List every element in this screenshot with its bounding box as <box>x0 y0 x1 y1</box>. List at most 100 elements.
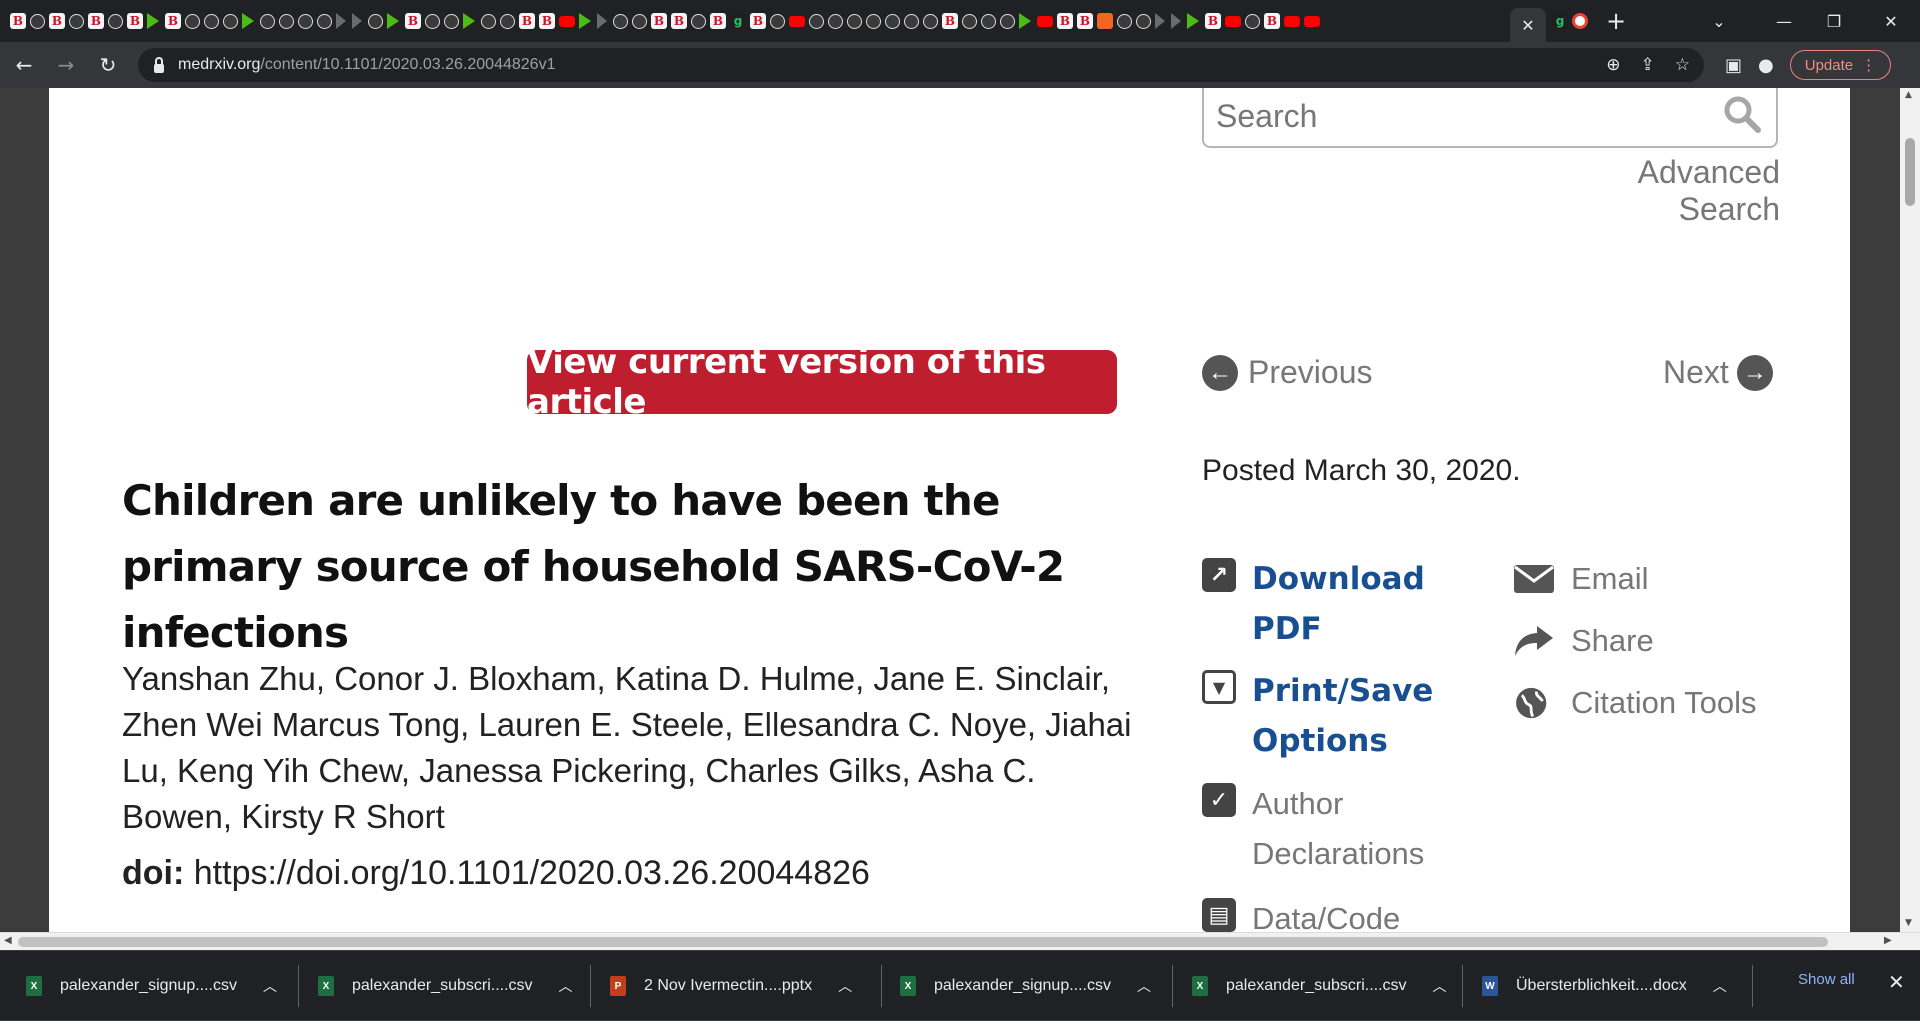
tab-favicon-circle-logo-icon[interactable] <box>632 13 647 29</box>
reload-icon[interactable]: ↻ <box>90 47 126 83</box>
search-icon[interactable] <box>1722 94 1762 134</box>
tab-favicon-gray-play-icon[interactable] <box>336 13 346 29</box>
tab-favicon-b-logo-icon[interactable]: B <box>942 13 958 29</box>
tab-favicon-circle-logo-icon[interactable] <box>260 13 275 29</box>
new-tab-button[interactable]: + <box>1606 9 1626 33</box>
next-link[interactable]: Next → <box>1663 354 1773 391</box>
tab-favicon-slides-icon[interactable] <box>847 13 862 29</box>
tab-favicon-circle-logo-icon[interactable] <box>298 13 313 29</box>
advanced-search-link[interactable]: Advanced Search <box>1542 154 1780 228</box>
tab-favicon-circle-logo-icon[interactable] <box>368 13 383 29</box>
forward-arrow-icon[interactable]: → <box>48 47 84 83</box>
tab-favicon-grammarly-icon[interactable]: g <box>730 13 746 29</box>
chevron-up-icon[interactable]: ︿ <box>1137 976 1151 996</box>
tab-favicons-row[interactable]: BBBBBBBBBBBgBBBBBB <box>0 0 1510 42</box>
tab-favicon-b-logo-icon[interactable]: B <box>671 13 687 29</box>
tab-favicon-gray-play-icon[interactable] <box>1155 13 1165 29</box>
chevron-up-icon[interactable]: ︿ <box>838 976 852 996</box>
tab-search-chevron-icon[interactable]: ⌄ <box>1690 0 1748 42</box>
tab-favicon-circle-logo-icon[interactable] <box>425 13 440 29</box>
download-item[interactable]: X palexander_signup....csv ︿ <box>26 951 277 1021</box>
tab-favicon-youtube-icon[interactable] <box>1225 15 1241 27</box>
active-tab[interactable]: ✕ <box>1510 8 1546 42</box>
scroll-down-arrow-icon[interactable]: ▼ <box>1905 918 1912 928</box>
horizontal-scrollbar[interactable]: ◀ ▶ <box>0 932 1920 950</box>
citation-tools-link[interactable]: Citation Tools <box>1513 678 1757 728</box>
tab-favicon-b-logo-icon[interactable]: B <box>88 13 104 29</box>
tab-favicon-circle-logo-icon[interactable] <box>204 13 219 29</box>
tab-favicon-play-logo-icon[interactable] <box>463 13 475 29</box>
tab-favicon-play-logo-icon[interactable] <box>1019 13 1031 29</box>
tab-favicon-play-logo-icon[interactable] <box>387 13 399 29</box>
tab-favicon-gray-play-icon[interactable] <box>597 13 607 29</box>
tab-favicon-b-logo-icon[interactable]: B <box>1264 13 1280 29</box>
download-item[interactable]: X palexander_subscri....csv ︿ <box>318 951 573 1021</box>
tab-favicon-circle-logo-icon[interactable] <box>866 13 881 29</box>
tab-favicon-youtube-icon[interactable] <box>789 15 805 27</box>
side-panel-icon[interactable]: ▣ <box>1725 55 1742 76</box>
tab-favicon-doc-logo-icon[interactable] <box>691 13 706 29</box>
tab-favicon-youtube-icon[interactable] <box>559 15 575 27</box>
tab-favicon-red-logo-icon[interactable]: B <box>519 13 535 29</box>
update-button[interactable]: Update ⋮ <box>1789 50 1892 80</box>
zoom-icon[interactable]: ⊕ <box>1606 55 1620 75</box>
show-all-downloads-button[interactable]: Show all <box>1798 971 1855 988</box>
menu-dots-icon[interactable]: ⋮ <box>1861 56 1876 74</box>
tab-favicon-play-logo-icon[interactable] <box>579 13 591 29</box>
tab-favicon-circle-logo-icon[interactable] <box>1136 13 1151 29</box>
scroll-left-arrow-icon[interactable]: ◀ <box>4 935 12 946</box>
tab-favicon-play-logo-icon[interactable] <box>147 13 159 29</box>
tab-favicon-circle-logo-icon[interactable] <box>279 13 294 29</box>
tab-favicon-image-icon[interactable] <box>444 13 459 29</box>
tab-favicon-b-logo-icon[interactable]: B <box>710 13 726 29</box>
tab-favicon-youtube-icon[interactable] <box>1284 15 1300 27</box>
profile-icon[interactable]: ● <box>1758 55 1774 76</box>
tab-favicon-gray-play-icon[interactable] <box>352 13 362 29</box>
tab-favicon-b-logo-icon[interactable]: B <box>539 13 555 29</box>
address-bar[interactable]: medrxiv.org/content/10.1101/2020.03.26.2… <box>138 48 1704 82</box>
tab-favicon-chrome[interactable] <box>1572 13 1588 29</box>
tab-favicon-circle-logo-icon[interactable] <box>828 13 843 29</box>
tab-favicon-gray-play-icon[interactable] <box>1171 13 1181 29</box>
tab-favicon-circle-logo-icon[interactable] <box>1000 13 1015 29</box>
doi-link[interactable]: https://doi.org/10.1101/2020.03.26.20044… <box>194 854 870 892</box>
tab-favicon-circle-logo-icon[interactable] <box>185 13 200 29</box>
view-current-version-button[interactable]: View current version of this article <box>527 342 1117 422</box>
tab-favicon-b-logo-icon[interactable]: B <box>405 13 421 29</box>
tab-favicon-b-logo-icon[interactable]: B <box>10 13 26 29</box>
previous-link[interactable]: ← Previous <box>1202 354 1373 391</box>
tab-favicon-circle-logo-icon[interactable] <box>904 13 919 29</box>
tab-favicon-doc-logo-icon[interactable] <box>1245 13 1260 29</box>
lock-icon[interactable] <box>154 56 164 73</box>
tab-favicon-orange-logo-icon[interactable] <box>1097 13 1113 29</box>
data-code-link[interactable]: ▤ Data/Code <box>1202 894 1400 932</box>
maximize-icon[interactable]: ❐ <box>1805 0 1863 42</box>
download-item[interactable]: W Übersterblichkeit....docx ︿ <box>1482 951 1727 1021</box>
tab-favicon-red-logo-icon[interactable]: B <box>1077 13 1093 29</box>
download-item[interactable]: X palexander_subscri....csv ︿ <box>1192 951 1447 1021</box>
tab-favicon-circle-logo-icon[interactable] <box>981 13 996 29</box>
horizontal-scroll-thumb[interactable] <box>18 937 1828 947</box>
chevron-up-icon[interactable]: ︿ <box>1713 976 1727 996</box>
tab-favicon-b-logo-icon[interactable]: B <box>127 13 143 29</box>
chevron-up-icon[interactable]: ︿ <box>263 976 277 996</box>
tab-favicon-circle-logo-icon[interactable] <box>613 13 628 29</box>
search-input[interactable] <box>1216 88 1716 144</box>
chevron-up-icon[interactable]: ︿ <box>1433 976 1447 996</box>
tab-favicon-circle-logo-icon[interactable] <box>481 13 496 29</box>
tab-favicon-circle-logo-icon[interactable] <box>223 13 238 29</box>
author-declarations-link[interactable]: ✓ Author Declarations <box>1202 779 1452 879</box>
tab-favicon-circle-logo-icon[interactable] <box>770 13 785 29</box>
tab-favicon-b-logo-icon[interactable]: B <box>1205 13 1221 29</box>
bookmark-star-icon[interactable]: ☆ <box>1675 55 1690 75</box>
back-arrow-icon[interactable]: ← <box>6 47 42 83</box>
email-link[interactable]: Email <box>1513 554 1649 604</box>
close-window-icon[interactable]: ✕ <box>1862 0 1920 42</box>
tab-favicon-youtube-icon[interactable] <box>1304 15 1320 27</box>
tab-favicon-circle-logo-icon[interactable] <box>500 13 515 29</box>
tab-favicon-b-logo-icon[interactable]: B <box>49 13 65 29</box>
download-pdf-link[interactable]: ↗ Download PDF <box>1202 554 1452 654</box>
tab-favicon-circle-logo-icon[interactable] <box>1117 13 1132 29</box>
share-link[interactable]: Share <box>1513 616 1654 666</box>
print-save-options-link[interactable]: ▼ Print/Save Options <box>1202 666 1452 766</box>
